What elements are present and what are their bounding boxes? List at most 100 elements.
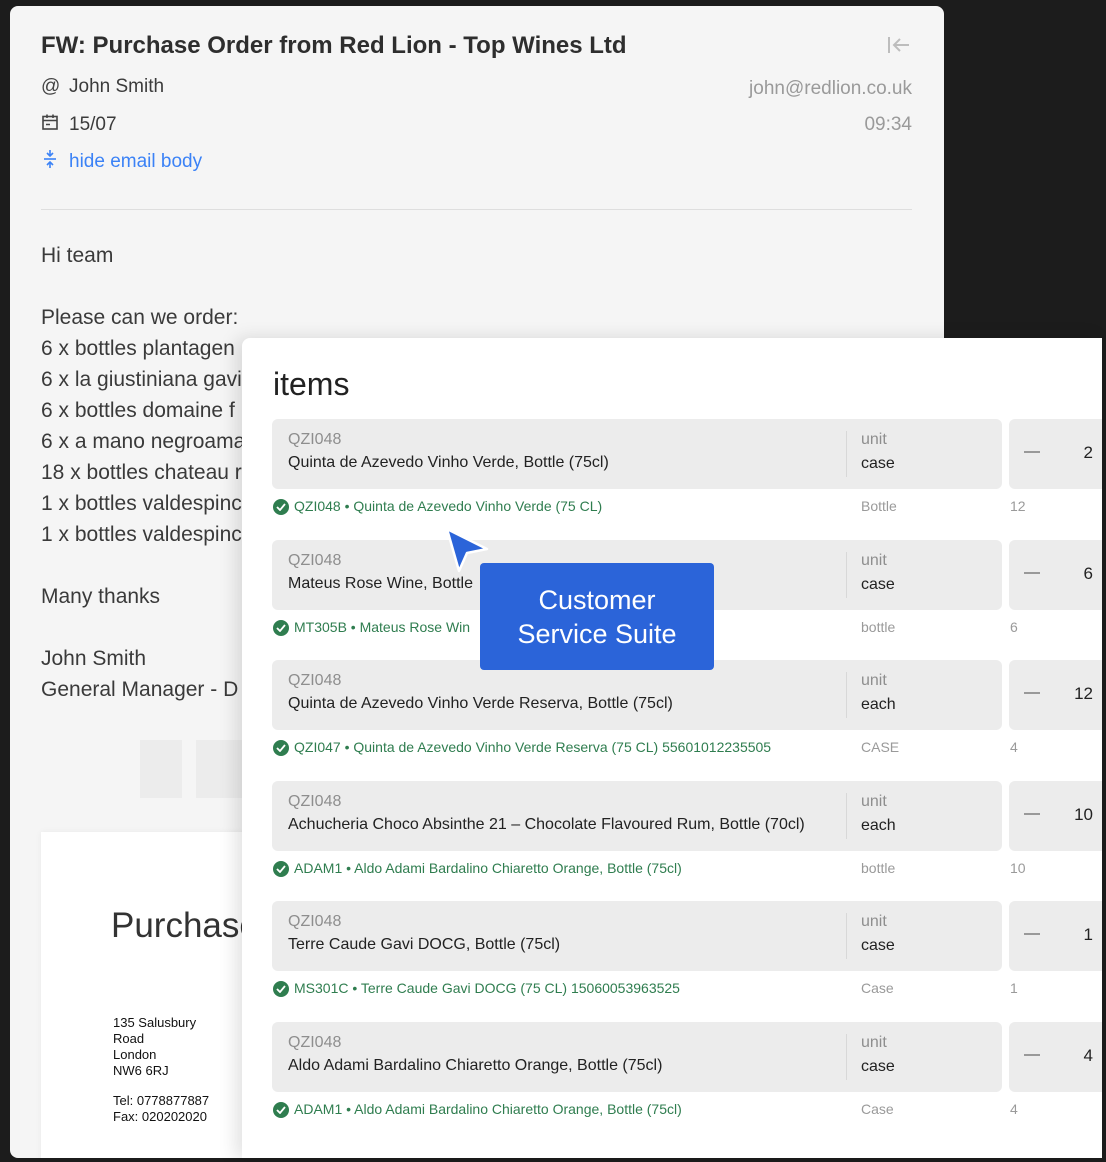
unit-label: unit bbox=[861, 431, 887, 448]
quantity-value[interactable]: 12 bbox=[1074, 684, 1093, 704]
minus-icon[interactable] bbox=[1024, 571, 1040, 574]
item-card[interactable]: QZI048 Aldo Adami Bardalino Chiaretto Ora… bbox=[272, 1022, 1002, 1092]
attachment-fax: Fax: 020202020 bbox=[113, 1109, 207, 1124]
product-match-row[interactable]: MS301C • Terre Caude Gavi DOCG (75 CL) 1… bbox=[272, 979, 1102, 999]
attachment-title: Purchase bbox=[111, 906, 259, 945]
address-line: Road bbox=[113, 1031, 145, 1046]
item-code: QZI048 bbox=[288, 551, 342, 569]
items-panel: items QZI048 Quinta de Azevedo Vinho Verd… bbox=[242, 338, 1102, 1158]
quantity-value[interactable]: 1 bbox=[1084, 925, 1093, 945]
body-line bbox=[41, 550, 245, 581]
body-line: 1 x bottles valdespinc bbox=[41, 492, 242, 515]
unit-select[interactable]: case bbox=[861, 1058, 895, 1076]
unit-divider bbox=[846, 431, 847, 477]
matched-unit: Case bbox=[861, 980, 894, 997]
attachment-thumbnail[interactable] bbox=[196, 740, 242, 798]
body-line: John Smith bbox=[41, 647, 147, 670]
attachment-preview[interactable]: Purchase 135 Salusbury Road London NW6 6… bbox=[41, 832, 271, 1158]
unit-divider bbox=[846, 672, 847, 719]
quantity-stepper[interactable]: 12 bbox=[1009, 660, 1102, 731]
matched-product: ADAM1 • Aldo Adami Bardalino Chiaretto O… bbox=[294, 1101, 682, 1117]
body-line: 18 x bottles chateau r bbox=[41, 461, 242, 484]
quantity-value[interactable]: 2 bbox=[1084, 443, 1093, 463]
quantity-value[interactable]: 4 bbox=[1084, 1046, 1093, 1066]
product-match-row[interactable]: QZI047 • Quinta de Azevedo Vinho Verde R… bbox=[272, 738, 1102, 758]
product-match-row[interactable]: ADAM1 • Aldo Adami Bardalino Chiaretto O… bbox=[272, 1100, 1102, 1120]
item-card[interactable]: QZI048 Terre Caude Gavi DOCG, Bottle (75c… bbox=[272, 901, 1002, 972]
email-body: Hi team Please can we order: 6 x bottles… bbox=[41, 240, 245, 705]
minus-icon[interactable] bbox=[1024, 451, 1040, 453]
body-line: Hi team bbox=[41, 244, 114, 267]
items-title: items bbox=[273, 366, 350, 402]
unit-divider bbox=[846, 1034, 847, 1080]
item-name: Quinta de Azevedo Vinho Verde Reserva, B… bbox=[288, 695, 673, 713]
body-line bbox=[41, 612, 245, 643]
address-line: 135 Salusbury bbox=[113, 1015, 197, 1030]
hide-email-body-label: hide email body bbox=[69, 151, 203, 172]
item-row: QZI048 Quinta de Azevedo Vinho Verde Rese… bbox=[272, 660, 1102, 772]
calendar-icon bbox=[41, 113, 63, 137]
hide-email-body-link[interactable]: hide email body bbox=[41, 149, 202, 175]
customer-service-suite-label: Customer Service Suite bbox=[480, 563, 714, 670]
address-line: NW6 6RJ bbox=[113, 1063, 169, 1078]
unit-label: unit bbox=[861, 792, 887, 810]
unit-label: unit bbox=[861, 551, 887, 569]
matched-product: MT305B • Mateus Rose Win bbox=[294, 618, 471, 635]
item-code: QZI048 bbox=[288, 913, 342, 931]
matched-pack-size: 1 bbox=[1010, 980, 1018, 997]
check-circle-icon bbox=[273, 860, 289, 877]
unit-divider bbox=[846, 792, 847, 839]
body-line: 6 x bottles plantagen bbox=[41, 337, 235, 360]
item-name: Mateus Rose Wine, Bottle bbox=[288, 574, 473, 592]
matched-unit: Bottle bbox=[861, 498, 897, 514]
item-name: Terre Caude Gavi DOCG, Bottle (75cl) bbox=[288, 936, 561, 954]
quantity-value[interactable]: 10 bbox=[1074, 805, 1093, 825]
item-card[interactable]: QZI048 Quinta de Azevedo Vinho Verde Rese… bbox=[272, 660, 1002, 731]
quantity-stepper[interactable]: 10 bbox=[1009, 780, 1102, 851]
quantity-value[interactable]: 6 bbox=[1084, 564, 1093, 584]
product-match-row[interactable]: QZI048 • Quinta de Azevedo Vinho Verde (… bbox=[272, 497, 1102, 517]
minus-icon[interactable] bbox=[1024, 1054, 1040, 1056]
minus-icon[interactable] bbox=[1024, 692, 1040, 695]
item-card[interactable]: QZI048 Achucheria Choco Absinthe 21 – Cho… bbox=[272, 780, 1002, 851]
matched-product: QZI047 • Quinta de Azevedo Vinho Verde R… bbox=[294, 739, 772, 756]
unit-select[interactable]: case bbox=[861, 455, 895, 473]
quantity-stepper[interactable]: 1 bbox=[1009, 901, 1102, 972]
collapse-panel-icon[interactable] bbox=[886, 34, 912, 56]
minus-icon[interactable] bbox=[1024, 933, 1040, 936]
check-circle-icon bbox=[273, 619, 289, 636]
item-row: QZI048 Terre Caude Gavi DOCG, Bottle (75c… bbox=[272, 901, 1102, 1013]
item-code: QZI048 bbox=[288, 431, 342, 448]
body-line: 6 x bottles domaine f bbox=[41, 399, 235, 422]
item-name: Achucheria Choco Absinthe 21 – Chocolate… bbox=[288, 815, 805, 833]
unit-select[interactable]: each bbox=[861, 696, 896, 714]
sender-email: john@redlion.co.uk bbox=[749, 78, 912, 99]
quantity-stepper[interactable]: 6 bbox=[1009, 539, 1102, 610]
header-divider bbox=[41, 209, 912, 210]
unit-select[interactable]: case bbox=[861, 937, 895, 955]
item-row: QZI048 Aldo Adami Bardalino Chiaretto Ora… bbox=[272, 1022, 1102, 1134]
item-code: QZI048 bbox=[288, 1034, 342, 1051]
unit-label: unit bbox=[861, 672, 887, 690]
attachment-thumbnail[interactable] bbox=[140, 740, 182, 798]
product-match-row[interactable]: ADAM1 • Aldo Adami Bardalino Chiaretto O… bbox=[272, 859, 1102, 879]
item-name: Quinta de Azevedo Vinho Verde, Bottle (7… bbox=[288, 454, 609, 471]
minus-icon[interactable] bbox=[1024, 812, 1040, 815]
check-circle-icon bbox=[273, 981, 289, 998]
matched-pack-size: 6 bbox=[1010, 618, 1018, 635]
address-line: London bbox=[113, 1047, 157, 1062]
unit-label: unit bbox=[861, 913, 887, 931]
item-code: QZI048 bbox=[288, 792, 342, 810]
unit-select[interactable]: case bbox=[861, 576, 895, 594]
matched-pack-size: 10 bbox=[1010, 859, 1026, 876]
email-time: 09:34 bbox=[864, 114, 912, 135]
attachment-address: 135 Salusbury Road London NW6 6RJ Tel: 0… bbox=[113, 1015, 209, 1125]
unit-select[interactable]: each bbox=[861, 817, 896, 835]
matched-unit: bottle bbox=[861, 618, 896, 635]
sender-row: @ John Smith bbox=[41, 76, 164, 98]
quantity-stepper[interactable]: 2 bbox=[1009, 419, 1102, 489]
unit-label: unit bbox=[861, 1034, 887, 1051]
item-card[interactable]: QZI048 Quinta de Azevedo Vinho Verde, Bot… bbox=[272, 419, 1002, 489]
matched-unit: Case bbox=[861, 1101, 894, 1117]
quantity-stepper[interactable]: 4 bbox=[1009, 1022, 1102, 1092]
